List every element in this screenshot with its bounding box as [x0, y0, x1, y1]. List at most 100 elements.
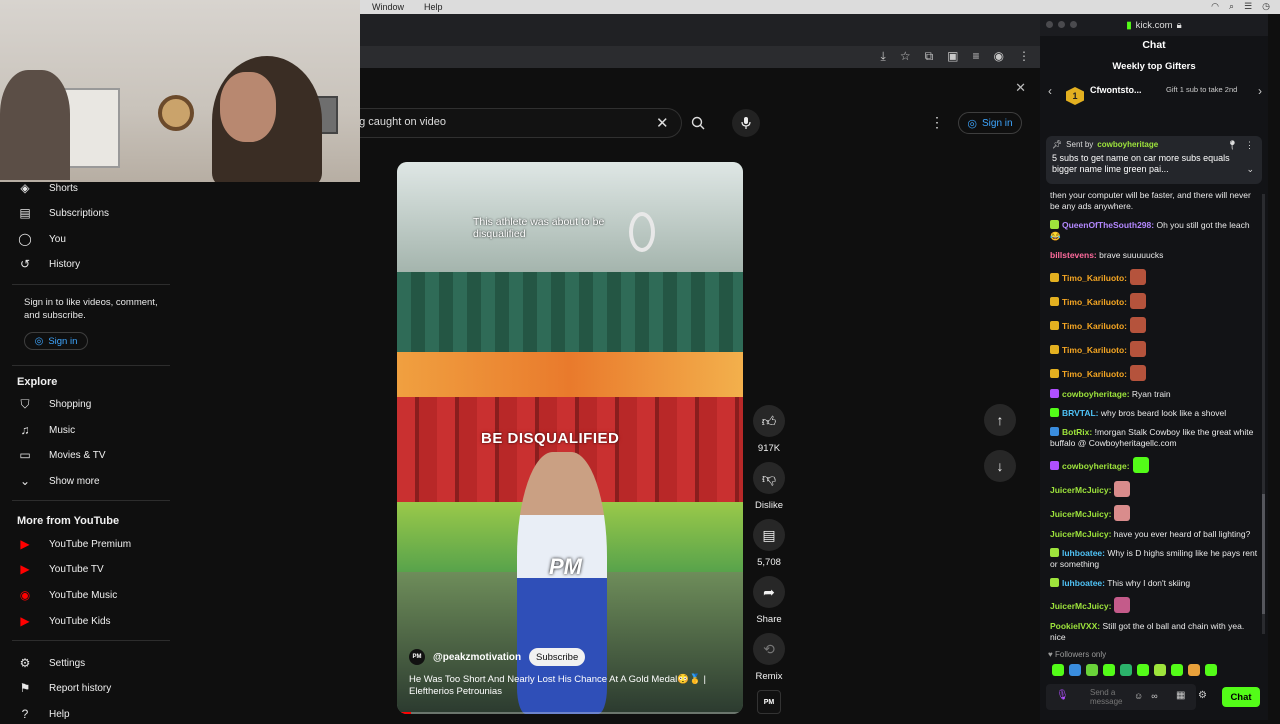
clock-icon[interactable]: ◷ [1262, 1, 1270, 12]
extensions-icon[interactable]: ⧉ [925, 49, 934, 64]
sidebar-item-youtube-kids[interactable]: ▶ YouTube Kids [17, 611, 110, 631]
sidebar-item-youtube-premium[interactable]: ▶ YouTube Premium [17, 534, 131, 554]
menu-help[interactable]: Help [414, 2, 453, 12]
chat-username[interactable]: Timo_Kariluoto: [1062, 297, 1127, 307]
sign-in-button[interactable]: ◎ Sign in [958, 112, 1022, 134]
chat-message[interactable]: JuicerMcJuicy: [1050, 481, 1262, 497]
gift-sub-cta[interactable]: Gift 1 sub to take 2nd [1166, 86, 1246, 94]
emote[interactable] [1154, 664, 1166, 676]
chat-send-button[interactable]: Chat [1222, 687, 1260, 707]
browser-address-bar[interactable]: ⤓ ☆ ⧉ ▣ ≡ ◉ ⋮ [360, 46, 1040, 68]
subscribe-button[interactable]: Subscribe [529, 648, 586, 666]
emote[interactable] [1188, 664, 1200, 676]
sidebar-item-show-more[interactable]: ⌄ Show more [17, 471, 100, 491]
emote[interactable] [1171, 664, 1183, 676]
chevron-right-icon[interactable]: › [1258, 84, 1262, 98]
chat-message[interactable]: Timo_Kariluoto: [1050, 341, 1262, 357]
profile-icon[interactable]: ◉ [994, 49, 1004, 64]
chat-message[interactable]: JuicerMcJuicy: have you ever heard of ba… [1050, 529, 1262, 540]
next-short-button[interactable]: ↓ [984, 450, 1016, 482]
emote[interactable] [1086, 664, 1098, 676]
shorts-video-player[interactable]: This athlete was about to be disqualifie… [397, 162, 743, 714]
emote-quick-bar[interactable] [1052, 664, 1242, 678]
chat-input[interactable]: 🎙︎ Send a message ☺ ∞ [1046, 684, 1196, 710]
close-icon[interactable]: ✕ [1015, 80, 1026, 96]
star-icon[interactable]: ☆ [900, 49, 911, 64]
sidebar-item-history[interactable]: ↺ History [17, 254, 80, 274]
chevron-down-icon[interactable]: ⌄ [1246, 164, 1254, 175]
chat-scrollbar[interactable] [1262, 194, 1265, 634]
chat-username[interactable]: BotRix: [1062, 427, 1092, 437]
voice-search-button[interactable] [732, 109, 760, 137]
chat-username[interactable]: JuicerMcJuicy: [1050, 601, 1111, 611]
search-button[interactable] [684, 108, 712, 138]
chat-message[interactable]: JuicerMcJuicy: [1050, 597, 1262, 613]
wifi-icon[interactable]: ◠ [1211, 1, 1219, 12]
infinity-icon[interactable]: ∞ [1151, 691, 1157, 701]
pinned-user[interactable]: cowboyheritage [1097, 140, 1158, 149]
chat-message[interactable]: BRVTAL: why bros beard look like a shove… [1050, 408, 1262, 419]
search-icon[interactable]: ⌕ [1229, 1, 1234, 12]
sidebar-item-shorts[interactable]: ◈ Shorts [17, 178, 78, 198]
chat-message[interactable]: JuicerMcJuicy: [1050, 505, 1262, 521]
emote[interactable] [1052, 664, 1064, 676]
chat-username[interactable]: Timo_Kariluoto: [1062, 321, 1127, 331]
chat-message[interactable]: Timo_Kariluoto: [1050, 365, 1262, 381]
video-progress-bar[interactable] [397, 712, 743, 714]
gift-icon[interactable]: ▦ [1176, 690, 1185, 701]
more-icon[interactable]: ⋮ [1245, 140, 1254, 151]
top-gifter-name[interactable]: Cfwontsto... [1090, 85, 1142, 95]
chat-message[interactable]: PookieIVXX: Still got the ol ball and ch… [1050, 621, 1262, 643]
chat-username[interactable]: JuicerMcJuicy: [1050, 485, 1111, 495]
control-center-icon[interactable]: ☰ [1244, 1, 1252, 12]
chat-message[interactable]: then your computer will be faster, and t… [1050, 190, 1262, 212]
chat-username[interactable]: QueenOfTheSouth298: [1062, 220, 1154, 230]
chat-username[interactable]: luhboatee: [1062, 578, 1105, 588]
chat-scrollbar-thumb[interactable] [1262, 494, 1265, 614]
chat-message[interactable]: QueenOfTheSouth298: Oh you still got the… [1050, 220, 1262, 242]
chat-message[interactable]: luhboatee: This why I don't skiing [1050, 578, 1262, 589]
sidebar-item-you[interactable]: ◯ You [17, 229, 66, 249]
sidebar-item-subscriptions[interactable]: ▤ Subscriptions [17, 203, 109, 223]
pinned-message[interactable]: 📌︎ Sent by cowboyheritage 5 subs to get … [1046, 136, 1262, 184]
sidebar-icon[interactable]: ▣ [947, 49, 958, 64]
search-input[interactable]: ng caught on video [353, 116, 446, 128]
chat-message[interactable]: luhboatee: Why is D highs smiling like h… [1050, 548, 1262, 570]
chat-username[interactable]: JuicerMcJuicy: [1050, 509, 1111, 519]
channel-avatar[interactable]: PM [409, 649, 425, 665]
remix-button[interactable]: ⟲ Remix [752, 633, 786, 682]
emote-picker-icon[interactable]: ☺ [1134, 691, 1143, 701]
chat-message[interactable]: Timo_Kariluoto: [1050, 269, 1262, 285]
chat-message[interactable]: Timo_Kariluoto: [1050, 293, 1262, 309]
sidebar-item-movies[interactable]: ▭ Movies & TV [17, 445, 105, 465]
install-icon[interactable]: ⤓ [881, 49, 886, 64]
sidebar-item-music[interactable]: ♫ Music [17, 420, 76, 440]
sidebar-item-shopping[interactable]: ⛉ Shopping [17, 394, 91, 414]
chat-username[interactable]: Timo_Kariluoto: [1062, 345, 1127, 355]
sidebar-sign-in-button[interactable]: ◎ Sign in [24, 332, 88, 350]
unpin-icon[interactable]: 📍︎ [1227, 140, 1238, 151]
chat-username[interactable]: cowboyheritage: [1062, 389, 1130, 399]
gear-icon[interactable]: ⚙ [1198, 690, 1207, 701]
dislike-button[interactable]: 👎︎ Dislike [752, 462, 786, 511]
channel-name[interactable]: @peakzmotivation [433, 652, 521, 663]
window-controls[interactable] [1046, 21, 1077, 28]
chat-username[interactable]: BRVTAL: [1062, 408, 1099, 418]
emote[interactable] [1103, 664, 1115, 676]
chat-message[interactable]: Timo_Kariluoto: [1050, 317, 1262, 333]
sidebar-item-help[interactable]: ? Help [17, 704, 70, 724]
chat-username[interactable]: Timo_Kariluoto: [1062, 273, 1127, 283]
more-icon[interactable]: ⋮ [930, 114, 944, 131]
video-title[interactable]: He Was Too Short And Nearly Lost His Cha… [409, 674, 729, 698]
chat-username[interactable]: luhboatee: [1062, 548, 1105, 558]
chevron-left-icon[interactable]: ‹ [1048, 84, 1052, 98]
emote[interactable] [1120, 664, 1132, 676]
mic-icon[interactable]: 🎙︎ [1056, 690, 1069, 701]
like-button[interactable]: 👍︎ 917K [752, 405, 786, 454]
sound-thumbnail[interactable]: PM [757, 690, 781, 714]
chat-username[interactable]: Timo_Kariluoto: [1062, 369, 1127, 379]
chat-message[interactable]: billstevens: brave suuuuucks [1050, 250, 1262, 261]
chat-message[interactable]: BotRix: !morgan Stalk Cowboy like the gr… [1050, 427, 1262, 449]
menu-window[interactable]: Window [362, 2, 414, 12]
emote[interactable] [1069, 664, 1081, 676]
